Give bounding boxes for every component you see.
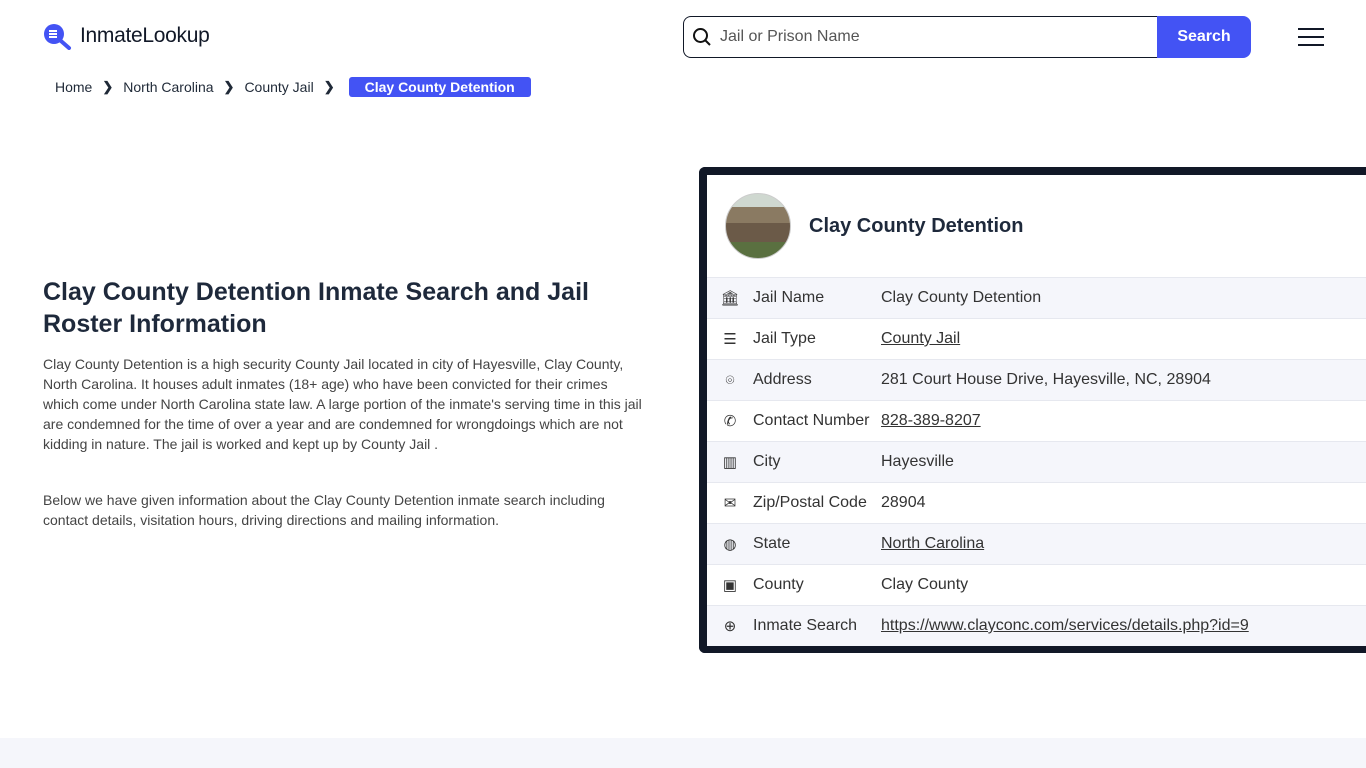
globe-icon: ◍ — [723, 536, 737, 553]
row-link[interactable]: North Carolina — [881, 535, 984, 553]
page-title: Clay County Detention Inmate Search and … — [43, 278, 589, 338]
info-row: ✆ Contact Number 828-389-8207 — [707, 400, 1366, 441]
row-link[interactable]: https://www.clayconc.com/services/detail… — [881, 617, 1249, 635]
row-label: Jail Type — [753, 330, 816, 347]
description-paragraph: Clay County Detention is a high security… — [43, 356, 642, 452]
row-value: Clay County Detention — [881, 289, 1042, 306]
info-row: ☰ Jail Type County Jail — [707, 318, 1366, 359]
info-row: ▣ County Clay County — [707, 564, 1366, 605]
row-label: Jail Name — [753, 289, 825, 306]
summary-paragraph: Below we have given information about th… — [43, 492, 605, 528]
row-link[interactable]: 828-389-8207 — [881, 412, 981, 430]
row-label: State — [753, 535, 791, 552]
row-label: City — [753, 453, 781, 470]
mail-icon: ✉ — [723, 495, 737, 512]
info-row: ✉ Zip/Postal Code 28904 — [707, 482, 1366, 523]
logo-text: InmateLookup — [80, 24, 210, 47]
list-icon: ☰ — [723, 331, 737, 348]
hamburger-menu-icon[interactable] — [1298, 28, 1324, 46]
search-icon — [693, 28, 711, 46]
search-field — [683, 16, 1157, 58]
map-icon: ▥ — [722, 454, 738, 471]
phone-icon: ✆ — [723, 413, 737, 430]
county-icon: ▣ — [722, 577, 738, 594]
search-button[interactable]: Search — [1157, 16, 1251, 58]
logo[interactable]: InmateLookup — [42, 22, 210, 50]
breadcrumb-type[interactable]: County Jail — [244, 79, 313, 95]
row-label: Address — [753, 371, 812, 388]
info-row: ⌾ Address 281 Court House Drive, Hayesvill… — [707, 359, 1366, 400]
info-row: ◍ State North Carolina — [707, 523, 1366, 564]
row-label: Inmate Search — [753, 617, 858, 634]
row-label: Zip/Postal Code — [753, 494, 867, 511]
breadcrumb-state[interactable]: North Carolina — [123, 79, 213, 95]
chevron-right-icon: ❯ — [102, 79, 114, 94]
breadcrumb-home[interactable]: Home — [55, 79, 92, 95]
map-pin-icon: ⌾ — [725, 371, 735, 389]
info-row: ⊕ Inmate Search https://www.clayconc.com/s… — [707, 605, 1366, 646]
info-row: ▥ City Hayesville — [707, 441, 1366, 482]
jail-info-card: Clay County Detention 🏛 Jail Name Clay Cou… — [699, 167, 1366, 653]
footer — [0, 738, 1366, 768]
row-value: Hayesville — [881, 453, 954, 470]
breadcrumb: Home ❯ North Carolina ❯ County Jail ❯ Cl… — [55, 77, 531, 97]
bank-icon: 🏛 — [720, 290, 740, 307]
info-row: 🏛 Jail Name Clay County Detention — [707, 277, 1366, 318]
row-value: 281 Court House Drive, Hayesville, NC, 2… — [881, 371, 1211, 388]
chevron-right-icon: ❯ — [223, 79, 235, 94]
breadcrumb-current: Clay County Detention — [348, 77, 531, 97]
chevron-right-icon: ❯ — [323, 79, 335, 94]
search-input[interactable] — [720, 28, 1120, 46]
row-value: Clay County — [881, 576, 969, 593]
search-bar: Search — [683, 16, 1251, 58]
row-label: County — [753, 576, 804, 593]
jail-photo — [725, 193, 791, 259]
card-title: Clay County Detention — [809, 214, 1024, 237]
row-label: Contact Number — [753, 412, 870, 429]
web-icon: ⊕ — [723, 618, 737, 635]
row-value: 28904 — [881, 494, 926, 511]
logo-magnifier-icon — [44, 24, 71, 50]
row-link[interactable]: County Jail — [881, 330, 960, 348]
